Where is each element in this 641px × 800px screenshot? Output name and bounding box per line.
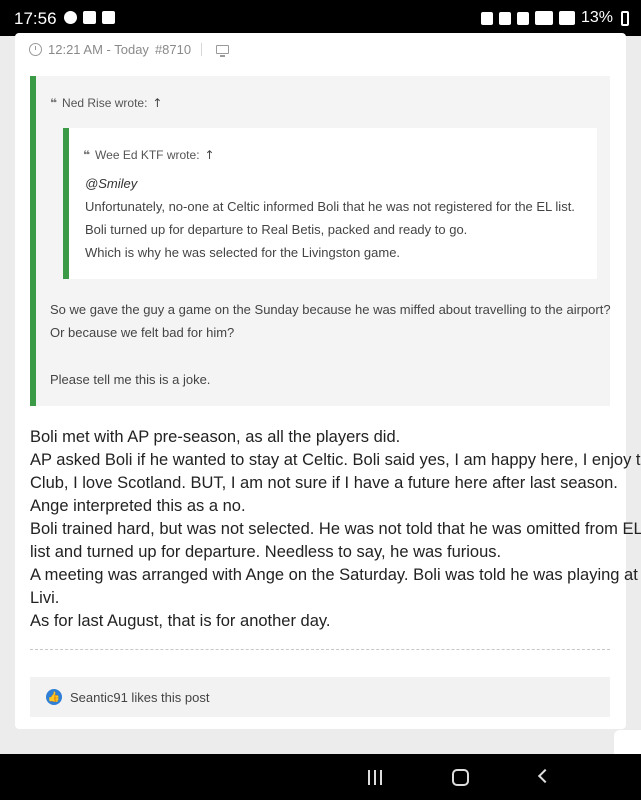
status-bar: 17:56 13% (0, 0, 641, 36)
outer-quote-line: Please tell me this is a joke. (50, 372, 211, 387)
notification-app-icon (83, 11, 96, 24)
inner-quote-author: Wee Ed KTF wrote: (95, 148, 200, 162)
notification-icons (64, 11, 115, 24)
battery-icon (621, 10, 629, 26)
outer-quote: ❝ Ned Rise wrote: ↑ ❝ Wee Ed KTF wrote: … (30, 76, 611, 406)
post-timestamp: 12:21 AM - Today (48, 42, 149, 57)
outer-quote-line: Or because we felt bad for him? (50, 325, 235, 340)
jump-to-post-icon[interactable]: ↑ (205, 148, 215, 162)
android-nav-bar (0, 754, 641, 800)
battery-percent: 13% (580, 9, 613, 26)
notification-app-icon (64, 11, 77, 24)
post-divider (30, 649, 610, 650)
post-body-line: Boli trained hard, but was not selected.… (30, 520, 641, 538)
status-time: 17:56 (14, 9, 57, 28)
post-body-line: AP asked Boli if he wanted to stay at Ce… (30, 451, 641, 469)
inner-quote-header: ❝ Wee Ed KTF wrote: ↑ (83, 148, 215, 162)
inner-quote-line: Boli turned up for departure to Real Bet… (85, 222, 468, 237)
inner-quote: ❝ Wee Ed KTF wrote: ↑ @Smiley Unfortunat… (63, 128, 597, 279)
clock-icon (29, 43, 42, 56)
wifi-icon (534, 11, 553, 25)
home-button[interactable] (452, 769, 469, 786)
meta-divider (201, 43, 203, 56)
next-post-card-edge (614, 730, 641, 754)
inner-quote-line: Unfortunately, no-one at Celtic informed… (85, 199, 575, 214)
post-number[interactable]: #8710 (155, 42, 191, 57)
back-button[interactable] (537, 768, 553, 784)
outer-quote-author: Ned Rise wrote: (62, 96, 148, 110)
quote-icon: ❝ (83, 148, 91, 162)
post-meta: 12:21 AM - Today #8710 (29, 42, 230, 57)
status-right: 13% (480, 9, 629, 27)
desktop-icon (216, 45, 230, 57)
recent-apps-button[interactable] (368, 770, 382, 785)
post-body-line: A meeting was arranged with Ange on the … (30, 566, 638, 584)
thumbs-up-icon: 👍 (46, 689, 62, 705)
likes-bar: 👍 Seantic91 likes this post (30, 677, 610, 717)
notification-app-icon (102, 11, 115, 24)
outer-quote-header: ❝ Ned Rise wrote: ↑ (50, 96, 162, 110)
post-body-line: Livi. (30, 589, 60, 607)
post-body-line: Club, I love Scotland. BUT, I am not sur… (30, 474, 618, 492)
post-body-line: As for last August, that is for another … (30, 612, 331, 630)
signal-icon (558, 11, 575, 25)
quote-icon: ❝ (50, 96, 58, 110)
post-body-line: list and turned up for departure. Needle… (30, 543, 502, 561)
lock-icon (480, 11, 493, 25)
post-body-line: Boli met with AP pre-season, as all the … (30, 428, 401, 446)
user-mention[interactable]: @Smiley (85, 176, 137, 191)
inner-quote-line: Which is why he was selected for the Liv… (85, 245, 401, 260)
likes-text[interactable]: Seantic91 likes this post (70, 690, 209, 705)
post-card: 12:21 AM - Today #8710 ❝ Ned Rise wrote:… (15, 33, 641, 729)
jump-to-post-icon[interactable]: ↑ (152, 96, 162, 110)
outer-quote-line: So we gave the guy a game on the Sunday … (50, 302, 611, 317)
post-body-line: Ange interpreted this as a no. (30, 497, 246, 515)
alarm-icon (498, 11, 511, 25)
mute-icon (516, 11, 529, 25)
